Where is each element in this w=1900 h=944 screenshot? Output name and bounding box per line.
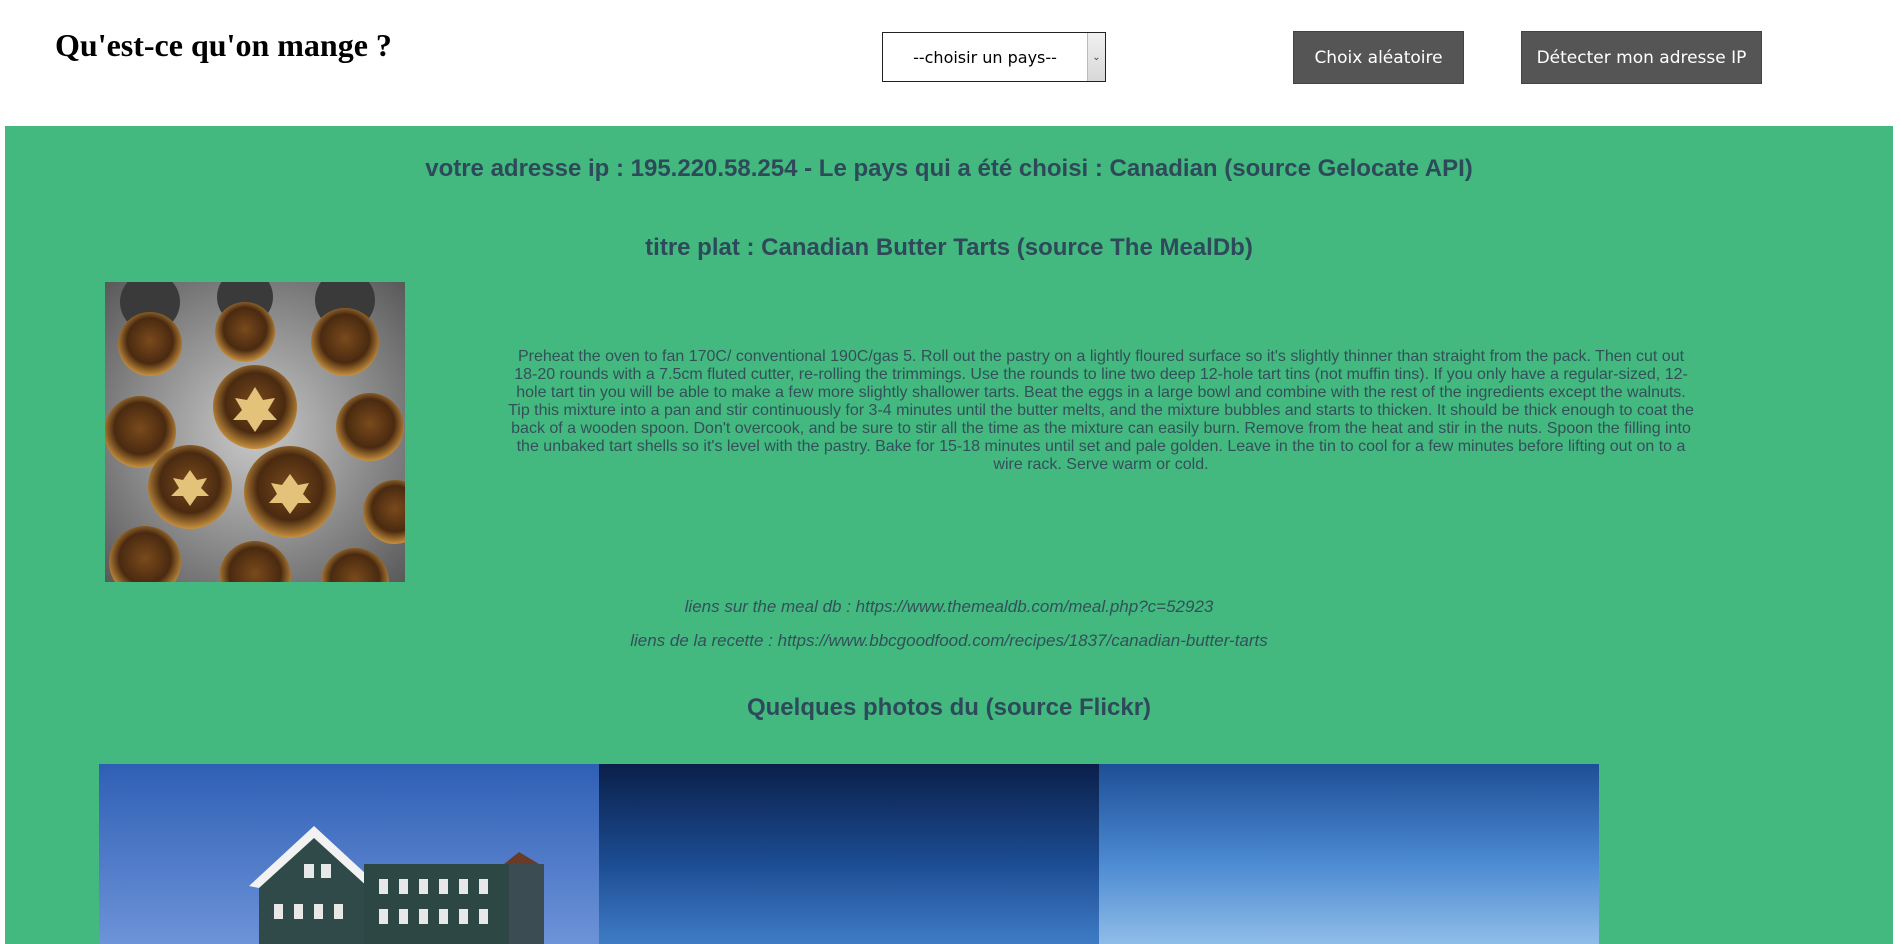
dish-photo [105,282,405,582]
flickr-photo [599,764,1099,944]
flickr-photo [1099,764,1599,944]
country-select-value: --choisir un pays-- [913,47,1057,67]
site-title: Qu'est-ce qu'on mange ? [55,27,392,63]
random-choice-button[interactable]: Choix aléatoire [1293,31,1464,84]
flickr-photo [99,764,599,944]
ip-info: votre adresse ip : 195.220.58.254 - Le p… [425,155,1473,182]
mealdb-link[interactable]: liens sur the meal db : https://www.them… [5,597,1893,617]
detect-ip-button[interactable]: Détecter mon adresse IP [1521,31,1762,84]
chevron-down-icon[interactable]: ⌄ [1087,33,1105,81]
page-header: Qu'est-ce qu'on mange ? --choisir un pay… [0,0,1900,126]
recipe-link[interactable]: liens de la recette : https://www.bbcgoo… [5,631,1893,651]
country-select[interactable]: --choisir un pays-- ⌄ [882,32,1106,82]
main-content: votre adresse ip : 195.220.58.254 - Le p… [5,126,1893,944]
photos-title: Quelques photos du (source Flickr) [746,694,1152,721]
recipe-instructions: Preheat the oven to fan 170C/ convention… [508,348,1694,473]
dish-title: titre plat : Canadian Butter Tarts (sour… [645,234,1253,261]
flickr-photo-row [99,764,1599,944]
